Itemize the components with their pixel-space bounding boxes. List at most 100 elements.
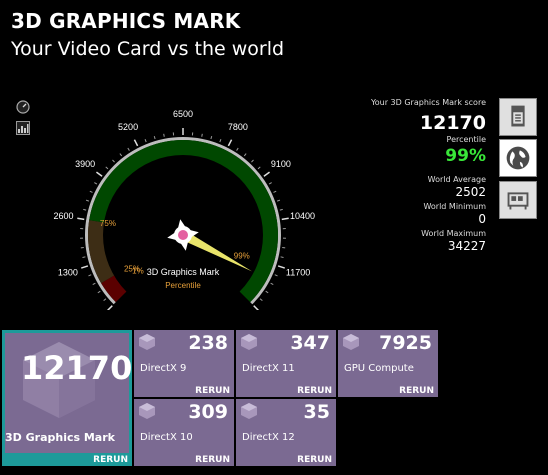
gauge-minor-tick	[119, 153, 123, 157]
gauge-minor-tick	[94, 182, 98, 185]
gauge-tick	[281, 217, 289, 221]
tile-main-value: 12170	[21, 349, 133, 387]
gauge-tick-label: 9100	[271, 159, 291, 169]
cubes-icon	[139, 403, 155, 419]
report-icon	[511, 105, 525, 127]
gauge-minor-tick	[85, 199, 90, 202]
gauge-tick	[77, 217, 85, 221]
tile-dx10-value: 309	[188, 401, 228, 423]
gpu-card-icon	[507, 192, 529, 210]
gauge-tick-label: 10400	[290, 211, 315, 221]
gauge-minor-tick	[270, 282, 274, 286]
world-button[interactable]	[499, 139, 537, 177]
tile-dx11-name: DirectX 11	[242, 363, 295, 374]
gauge-minor-tick	[89, 190, 93, 193]
tile-dx9-value: 238	[188, 332, 228, 354]
score-label: Your 3D Graphics Mark score	[370, 98, 486, 107]
gauge-minor-tick	[92, 282, 96, 286]
score-panel: Your 3D Graphics Mark score 12170 Percen…	[371, 98, 486, 256]
gauge-tick-label: 6500	[173, 109, 193, 119]
gauge-tick	[133, 139, 139, 147]
cubes-icon	[343, 334, 359, 350]
gauge-tick	[227, 139, 233, 147]
gauge-minor-tick	[279, 208, 283, 211]
tile-main-name: 3D Graphics Mark	[5, 431, 115, 444]
gauge-tick	[277, 265, 285, 269]
gauge-center-sub: Percentile	[165, 281, 201, 290]
gauge-hub-center	[178, 230, 188, 240]
gauge-minor-tick	[105, 166, 109, 170]
tile-gpu-compute[interactable]: 7925 GPU Compute RERUN	[338, 330, 438, 397]
tile-dx12-value: 35	[303, 401, 330, 423]
gpu-card-button[interactable]	[499, 181, 537, 219]
gauge-center-title: 3D Graphics Mark	[147, 267, 220, 277]
rerun-dx10-button[interactable]: RERUN	[195, 455, 230, 465]
tile-dx9-name: DirectX 9	[140, 363, 187, 374]
gauge-tick-label: 1300	[58, 267, 78, 277]
gauge-minor-tick	[127, 147, 130, 151]
tile-directx9[interactable]: 238 DirectX 9 RERUN	[134, 330, 234, 397]
gauge-percentile-label: 99%	[234, 251, 250, 260]
gauge-minor-tick	[259, 298, 263, 302]
gauge-minor-tick	[265, 290, 269, 294]
cubes-icon	[241, 403, 257, 419]
percentile-label: Percentile	[446, 135, 486, 144]
gauge-minor-tick	[163, 133, 165, 137]
gauge-minor-tick	[153, 135, 156, 140]
gauge-minor-tick	[103, 298, 107, 302]
gauge-minor-tick	[83, 208, 87, 211]
gauge-tick	[253, 305, 260, 310]
gauge-tick-label: 5200	[118, 122, 138, 132]
world-maximum-value: 34227	[447, 239, 486, 253]
gauge-tick	[95, 171, 103, 177]
gauge-tick-label: 2600	[53, 211, 73, 221]
gauge-minor-tick	[82, 256, 86, 258]
gauge-minor-tick	[276, 199, 281, 202]
gauge-percentile-label: 75%	[100, 219, 116, 228]
tile-directx10[interactable]: 309 DirectX 10 RERUN	[134, 399, 234, 466]
gauge-tick	[263, 171, 271, 177]
gauge-minor-tick	[268, 182, 272, 185]
world-maximum-label: World Maximum	[421, 229, 486, 238]
world-minimum-label: World Minimum	[423, 202, 486, 211]
tile-3d-graphics-mark[interactable]: 12170 3D Graphics Mark RERUN	[2, 330, 132, 466]
gauge-minor-tick	[219, 139, 222, 143]
gauge-minor-tick	[273, 190, 277, 193]
tile-dx10-name: DirectX 10	[140, 432, 193, 443]
world-minimum-value: 0	[478, 212, 486, 226]
world-average-value: 2502	[455, 185, 486, 199]
gauge-minor-tick	[236, 147, 239, 151]
tile-directx12[interactable]: 35 DirectX 12 RERUN	[236, 399, 336, 466]
gauge-minor-tick	[280, 256, 284, 258]
gauge-tick-label: 7800	[228, 122, 248, 132]
gauge-minor-tick	[210, 135, 213, 140]
gauge-tick-label: 11700	[286, 267, 310, 277]
gauge-tick-label: 3900	[75, 159, 95, 169]
tile-dx11-value: 347	[290, 332, 330, 354]
gauge-minor-tick	[201, 133, 203, 137]
tile-gpu-name: GPU Compute	[344, 363, 414, 374]
gauge-percentile-label: 1%	[132, 267, 144, 276]
report-button[interactable]	[499, 98, 537, 136]
gauge-minor-tick	[257, 166, 261, 170]
tile-directx11[interactable]: 347 DirectX 11 RERUN	[236, 330, 336, 397]
gauge-minor-tick	[97, 290, 101, 294]
world-average-label: World Average	[427, 175, 486, 184]
rerun-dx9-button[interactable]: RERUN	[195, 386, 230, 396]
percentile-value: 99%	[445, 146, 486, 166]
rerun-3d-mark-button[interactable]: RERUN	[93, 455, 128, 465]
score-gauge: 0130026003900520065007800910010400117001…	[53, 109, 315, 310]
page-title: 3D GRAPHICS MARK	[11, 9, 241, 33]
cubes-icon	[241, 334, 257, 350]
gauge-minor-tick	[144, 139, 147, 143]
tile-gpu-value: 7925	[379, 332, 432, 354]
rerun-dx11-button[interactable]: RERUN	[297, 386, 332, 396]
gauge-minor-tick	[243, 153, 247, 157]
gauge-minor-tick	[251, 159, 254, 163]
cubes-icon	[139, 334, 155, 350]
globe-icon	[506, 146, 530, 170]
rerun-dx12-button[interactable]: RERUN	[297, 455, 332, 465]
page-subtitle: Your Video Card vs the world	[11, 38, 285, 60]
rerun-gpu-button[interactable]: RERUN	[399, 386, 434, 396]
gauge-minor-tick	[88, 274, 92, 277]
